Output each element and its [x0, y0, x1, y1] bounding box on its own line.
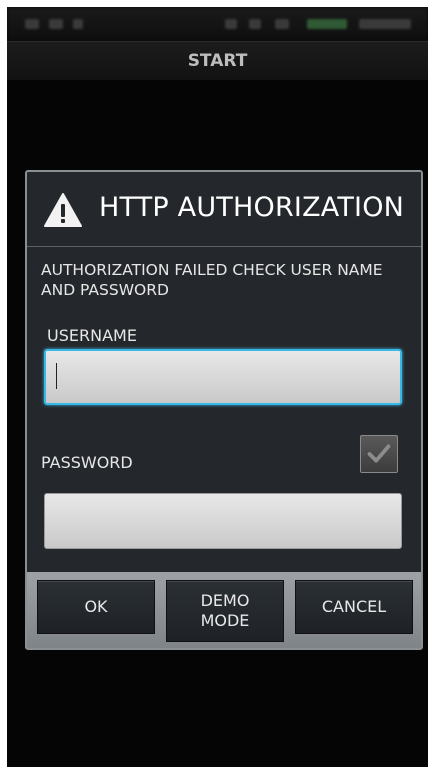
username-label: USERNAME: [47, 326, 137, 345]
username-input[interactable]: [44, 349, 402, 405]
dialog-header: HTTP AUTHORIZATION: [27, 172, 421, 247]
dialog-title: HTTP AUTHORIZATION: [99, 192, 405, 223]
http-authorization-dialog: HTTP AUTHORIZATION AUTHORIZATION FAILED …: [25, 170, 423, 650]
password-label: PASSWORD: [41, 453, 133, 472]
password-input[interactable]: [44, 493, 402, 549]
text-caret: [56, 363, 57, 389]
phone-screen: START HTTP AUTHORIZATION AUTHORIZATION F…: [7, 7, 428, 767]
error-message: AUTHORIZATION FAILED CHECK USER NAME AND…: [41, 261, 383, 299]
button-bar: OK DEMO MODE CANCEL: [27, 572, 421, 648]
show-password-checkbox[interactable]: [360, 435, 398, 473]
cancel-button[interactable]: CANCEL: [295, 580, 413, 634]
signal-icon: [225, 19, 237, 29]
battery-icon: [275, 19, 289, 29]
wifi-icon: [249, 19, 261, 29]
clock: [359, 19, 411, 29]
ok-button[interactable]: OK: [37, 580, 155, 634]
demo-mode-button[interactable]: DEMO MODE: [166, 580, 284, 642]
warning-icon: [44, 193, 82, 227]
app-title: START: [187, 51, 248, 71]
network-indicator: [307, 19, 347, 29]
status-bar: [7, 7, 428, 41]
notification-icon: [25, 19, 39, 29]
checkmark-icon: [367, 444, 391, 463]
notification-icon: [73, 19, 83, 29]
app-title-bar: START: [7, 41, 428, 80]
notification-icon: [49, 19, 63, 29]
